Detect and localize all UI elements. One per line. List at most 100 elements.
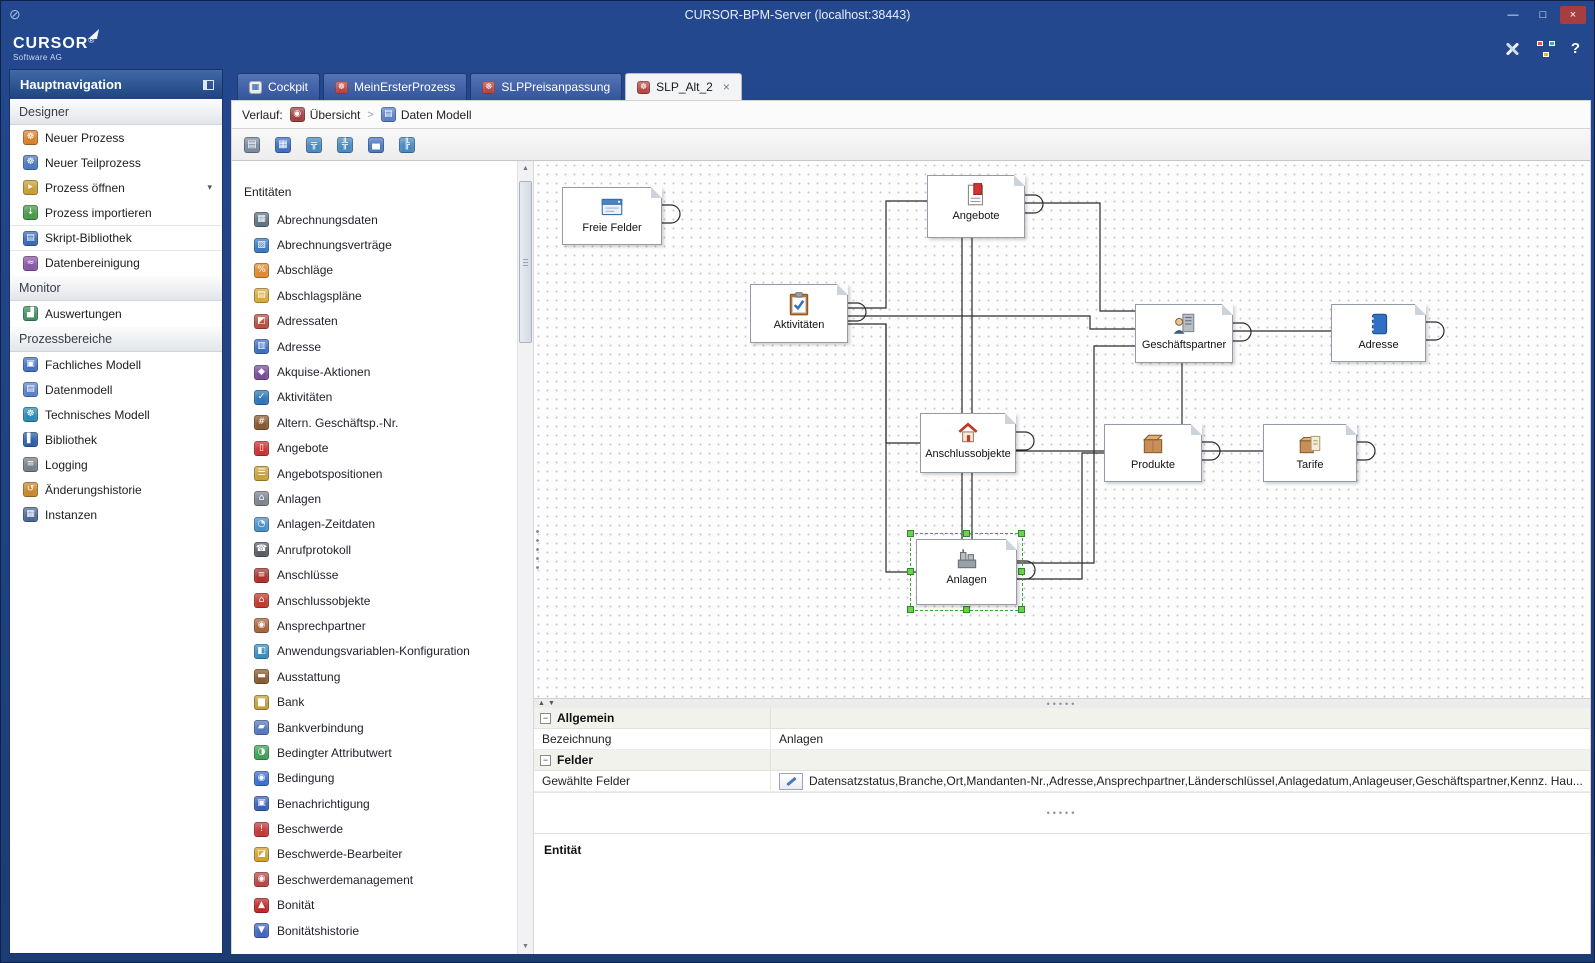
toolbar-button[interactable]: ╬ bbox=[333, 133, 357, 157]
toolbar-button[interactable]: ▄ bbox=[364, 133, 388, 157]
property-value[interactable]: Datensatzstatus,Branche,Ort,Mandanten-Nr… bbox=[771, 771, 1590, 791]
entity-list-item[interactable]: ▼ Bonitätshistorie bbox=[232, 918, 517, 943]
sidebar-item[interactable]: ▌ Bibliothek bbox=[10, 427, 222, 452]
horizontal-splitter-2[interactable]: ••••• bbox=[534, 793, 1590, 833]
entity-list-item[interactable]: ◉ Ansprechpartner bbox=[232, 613, 517, 638]
scroll-up-icon[interactable]: ▲ bbox=[518, 161, 533, 176]
sidebar-item[interactable]: ☸ Neuer Prozess bbox=[10, 125, 222, 150]
diagram-node-adresse[interactable]: Adresse bbox=[1331, 304, 1426, 362]
sidebar-item[interactable]: ▟ Auswertungen bbox=[10, 301, 222, 326]
diagram-node-angebote[interactable]: Angebote bbox=[927, 175, 1025, 238]
diagram-node-anschlussobjekte[interactable]: Anschlussobjekte bbox=[920, 413, 1016, 473]
sidebar-item[interactable]: ☸ Neuer Teilprozess bbox=[10, 150, 222, 175]
sidebar-section: Prozessbereiche ▣ Fachliches Modell bbox=[10, 326, 222, 527]
entity-list-item[interactable]: ▰ Bankverbindung bbox=[232, 715, 517, 740]
selection-handle[interactable] bbox=[907, 530, 914, 537]
tab[interactable]: ☸ SLP_Alt_2 × bbox=[625, 73, 742, 100]
property-section-header[interactable]: − Felder bbox=[534, 750, 1590, 771]
entity-list-item[interactable]: ◪ Beschwerde-Bearbeiter bbox=[232, 842, 517, 867]
minimize-button[interactable]: — bbox=[1500, 6, 1526, 24]
tab[interactable]: ☸ SLPPreisanpassung bbox=[470, 73, 622, 100]
entity-list-item[interactable]: ▣ Benachrichtigung bbox=[232, 791, 517, 816]
sidebar-item[interactable]: ▸ Prozess öffnen ▾ bbox=[10, 175, 222, 200]
entity-list-item[interactable]: ▥ Adresse bbox=[232, 334, 517, 359]
collapse-section-icon[interactable]: − bbox=[540, 713, 551, 724]
tab[interactable]: ☸ MeinErsterProzess bbox=[323, 73, 467, 100]
diagram-node-anlagen[interactable]: Anlagen bbox=[916, 539, 1017, 605]
diagram-canvas[interactable]: Freie Felder Angebote Aktivitäten Geschäfts… bbox=[534, 161, 1590, 699]
sidebar-item[interactable]: ↓ Prozess importieren bbox=[10, 200, 222, 225]
selection-handle[interactable] bbox=[907, 568, 914, 575]
selection-handle[interactable] bbox=[1018, 568, 1025, 575]
entity-list-item[interactable]: # Altern. Geschäftsp.-Nr. bbox=[232, 410, 517, 435]
property-value[interactable]: Anlagen bbox=[771, 729, 1590, 749]
entity-list-item[interactable]: ◆ Akquise-Aktionen bbox=[232, 359, 517, 384]
entity-list-item[interactable]: ◉ Beschwerdemanagement bbox=[232, 867, 517, 892]
selection-handle[interactable] bbox=[907, 606, 914, 613]
entity-list-item[interactable]: ◧ Anwendungsvariablen-Konfiguration bbox=[232, 639, 517, 664]
sidebar-item[interactable]: ▣ Fachliches Modell bbox=[10, 352, 222, 377]
entity-list-item[interactable]: ☰ Angebotspositionen bbox=[232, 461, 517, 486]
diagram-node-freie_felder[interactable]: Freie Felder bbox=[562, 187, 662, 245]
sidebar-item[interactable]: ▦ Instanzen bbox=[10, 502, 222, 527]
sidebar-item[interactable]: ≡ Logging bbox=[10, 452, 222, 477]
collapse-section-icon[interactable]: − bbox=[540, 755, 551, 766]
toolbar-button[interactable]: ╠ bbox=[395, 133, 419, 157]
title-bar[interactable]: ⊘ CURSOR-BPM-Server (localhost:38443) — … bbox=[1, 1, 1594, 28]
toolbar-button[interactable]: ▦ bbox=[271, 133, 295, 157]
entity-list-item[interactable]: ◔ Anlagen-Zeitdaten bbox=[232, 512, 517, 537]
tools-icon[interactable] bbox=[1503, 40, 1521, 58]
entity-list-item[interactable]: ⌂ Anschlussobjekte bbox=[232, 588, 517, 613]
sidebar-item[interactable]: ▤ Datenmodell bbox=[10, 377, 222, 402]
diagram-node-aktivitaeten[interactable]: Aktivitäten bbox=[750, 284, 848, 343]
property-section-header[interactable]: − Allgemein bbox=[534, 708, 1590, 729]
selection-handle[interactable] bbox=[963, 606, 970, 613]
entity-list-item[interactable]: % Abschläge bbox=[232, 258, 517, 283]
splitter-down-icon[interactable]: ▼ bbox=[548, 700, 555, 707]
entity-list-item[interactable]: ☎ Anrufprotokoll bbox=[232, 537, 517, 562]
entity-list-item[interactable]: ◩ Adressaten bbox=[232, 309, 517, 334]
breadcrumb-item-daten-modell[interactable]: ▤ Daten Modell bbox=[381, 107, 472, 122]
entity-list-item[interactable]: ▯ Angebote bbox=[232, 436, 517, 461]
close-tab-icon[interactable]: × bbox=[723, 80, 730, 94]
selection-handle[interactable] bbox=[1018, 530, 1025, 537]
entity-list-item[interactable]: ▬ Ausstattung bbox=[232, 664, 517, 689]
splitter-up-icon[interactable]: ▲ bbox=[538, 700, 545, 707]
selection-handle[interactable] bbox=[963, 530, 970, 537]
entity-list-item[interactable]: ▨ Abrechnungsverträge bbox=[232, 232, 517, 257]
entity-list-item[interactable]: ▤ Abschlagspläne bbox=[232, 283, 517, 308]
help-icon[interactable]: ? bbox=[1571, 40, 1580, 57]
close-button[interactable]: × bbox=[1560, 6, 1586, 24]
entity-list-item[interactable]: ⌂ Anlagen bbox=[232, 486, 517, 511]
entity-list-item[interactable]: ✓ Aktivitäten bbox=[232, 385, 517, 410]
breadcrumb-item-uebersicht[interactable]: ◉ Übersicht bbox=[290, 107, 361, 122]
entity-list-item[interactable]: ! Beschwerde bbox=[232, 816, 517, 841]
diagram-node-geschaeftspartner[interactable]: Geschäftspartner bbox=[1135, 304, 1233, 363]
maximize-button[interactable]: □ bbox=[1530, 6, 1556, 24]
entity-list-item[interactable]: ◉ Bedingung bbox=[232, 766, 517, 791]
entity-list-item[interactable]: ▲ Bonität bbox=[232, 893, 517, 918]
diagram-node-produkte[interactable]: Produkte bbox=[1104, 424, 1202, 482]
process-designer-icon[interactable] bbox=[1537, 41, 1555, 57]
toolbar-button[interactable]: ▤ bbox=[240, 133, 264, 157]
toolbar-button[interactable]: ╦ bbox=[302, 133, 326, 157]
entity-list-item[interactable]: ▦ Abrechnungsdaten bbox=[232, 207, 517, 232]
sidebar-item[interactable]: ☸ Technisches Modell bbox=[10, 402, 222, 427]
entity-list-item[interactable]: ≡ Anschlüsse bbox=[232, 562, 517, 587]
chevron-down-icon[interactable]: ▾ bbox=[207, 182, 212, 193]
collapse-panel-icon[interactable] bbox=[203, 80, 214, 90]
panel-splitter-grip[interactable] bbox=[535, 527, 540, 571]
scroll-down-icon[interactable]: ▼ bbox=[518, 939, 533, 954]
horizontal-splitter[interactable]: ▲▼ ••••• bbox=[534, 699, 1590, 708]
selection-handle[interactable] bbox=[1018, 606, 1025, 613]
scrollbar-thumb[interactable] bbox=[519, 181, 532, 343]
sidebar-item[interactable]: ▤ Skript-Bibliothek bbox=[10, 225, 222, 250]
entity-list-item[interactable]: ▆ Bank bbox=[232, 689, 517, 714]
sidebar-item[interactable]: ≈ Datenbereinigung bbox=[10, 250, 222, 275]
tab[interactable]: ▦ Cockpit bbox=[237, 73, 320, 100]
entity-list-item[interactable]: ◑ Bedingter Attributwert bbox=[232, 740, 517, 765]
edit-fields-button[interactable] bbox=[779, 773, 803, 790]
sidebar-item[interactable]: ↺ Änderungshistorie bbox=[10, 477, 222, 502]
diagram-node-tarife[interactable]: Tarife bbox=[1263, 424, 1357, 482]
entity-list-scrollbar[interactable]: ▲ ▼ bbox=[517, 161, 534, 954]
